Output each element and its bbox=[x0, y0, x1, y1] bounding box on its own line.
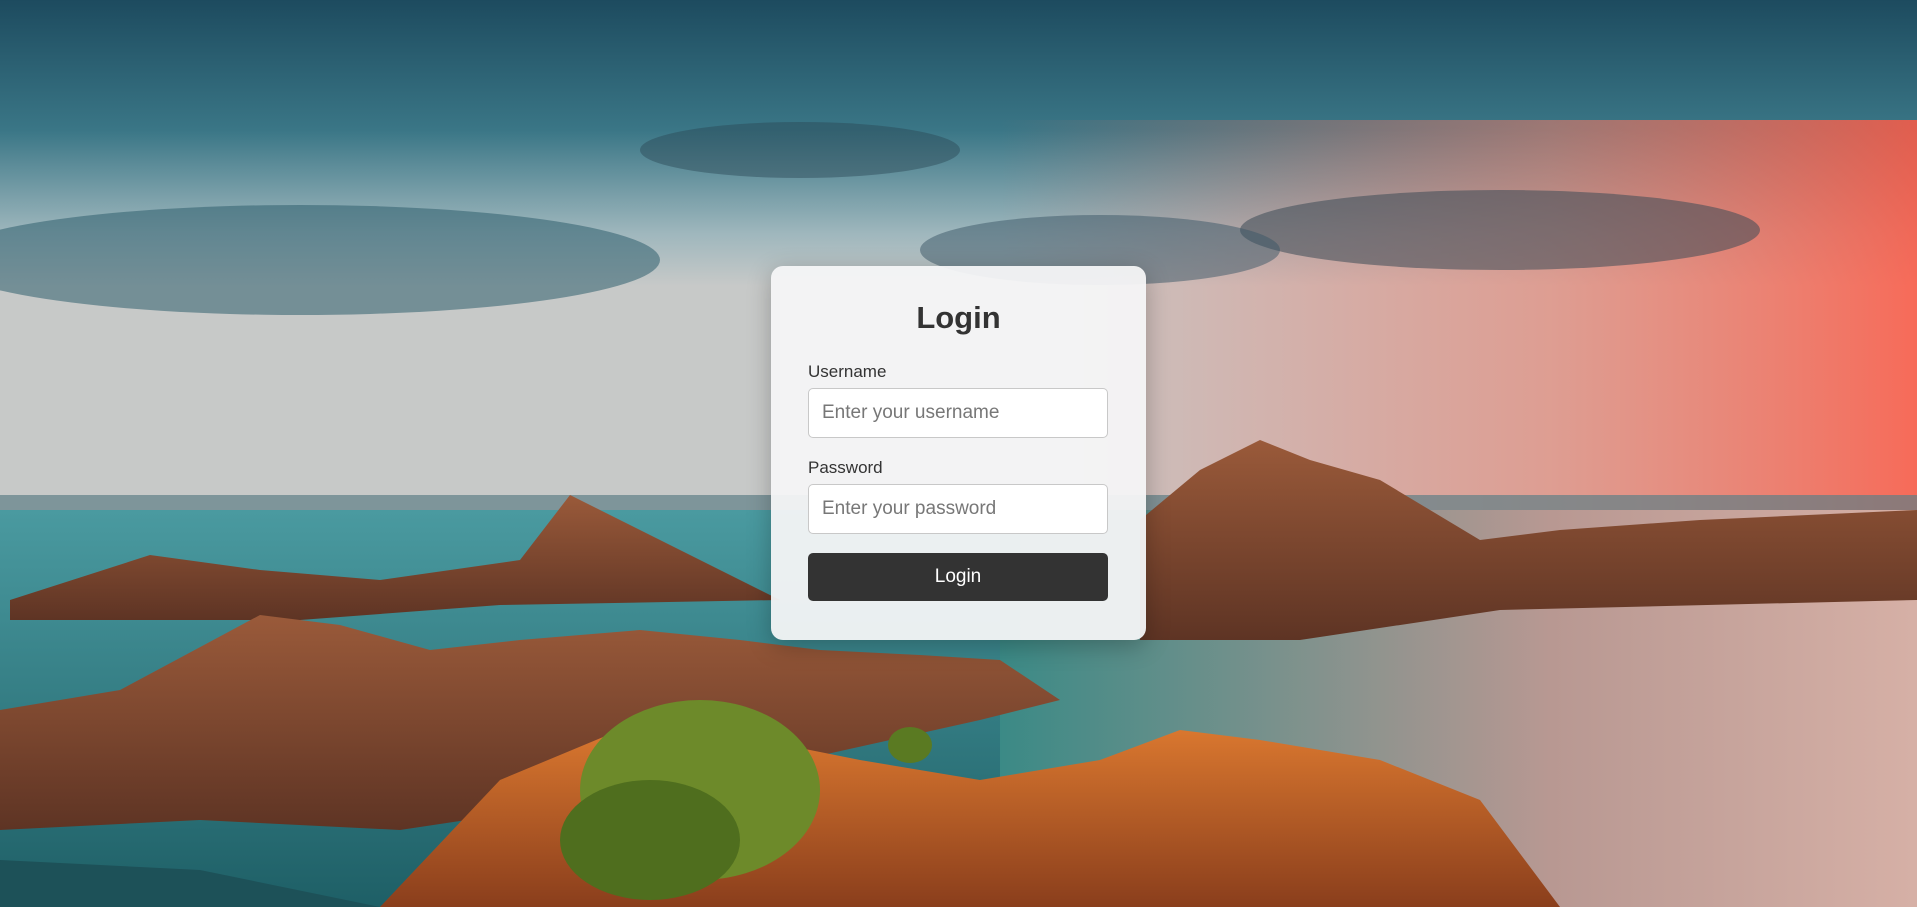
login-title: Login bbox=[916, 300, 1001, 335]
password-label: Password bbox=[808, 458, 883, 477]
login-card: Login Username Password Login bbox=[771, 266, 1146, 640]
login-button[interactable]: Login bbox=[808, 553, 1108, 601]
password-input[interactable] bbox=[808, 484, 1108, 534]
login-page: Login Username Password Login bbox=[0, 0, 1917, 907]
username-input[interactable] bbox=[808, 388, 1108, 438]
username-label: Username bbox=[808, 362, 887, 381]
